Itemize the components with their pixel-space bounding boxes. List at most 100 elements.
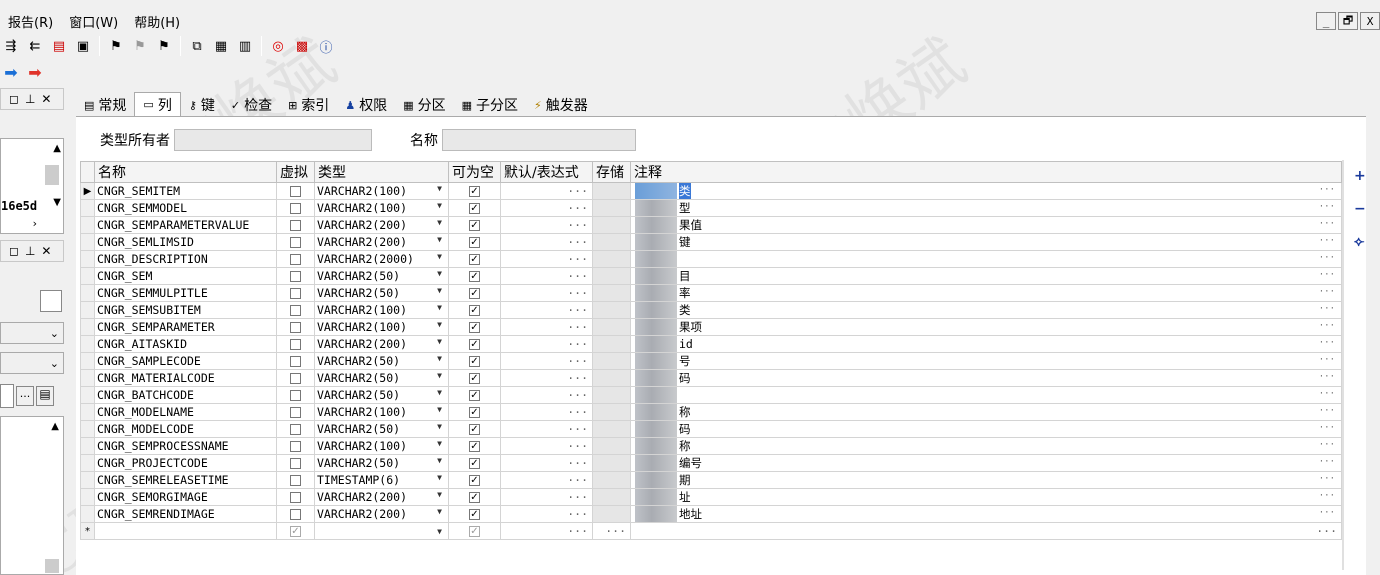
storage-cell[interactable] <box>592 386 631 404</box>
virtual-checkbox[interactable] <box>290 441 301 452</box>
dropdown-arrow-icon[interactable]: ▼ <box>437 235 442 249</box>
table-row[interactable]: CNGR_MODELCODE VARCHAR2(50) ▼ ✓ ··· 码 ··· <box>80 420 1342 438</box>
default-cell[interactable]: ··· <box>500 505 593 523</box>
tab-keys[interactable]: ⚷ 键 <box>181 94 223 116</box>
nullable-cell[interactable]: ✓ <box>448 233 501 251</box>
pin-icon[interactable]: ⊥ <box>25 92 35 106</box>
comment-cell[interactable]: 率 ··· <box>630 284 1342 302</box>
nullable-cell[interactable]: ✓ <box>448 420 501 438</box>
row-indicator[interactable] <box>80 352 95 370</box>
scroll-up-icon[interactable]: ▲ <box>51 421 59 432</box>
storage-cell[interactable] <box>592 488 631 506</box>
comment-cell[interactable]: id ··· <box>630 335 1342 353</box>
virtual-checkbox[interactable] <box>290 203 301 214</box>
table-row[interactable]: CNGR_SAMPLECODE VARCHAR2(50) ▼ ✓ ··· 号 ··· <box>80 352 1342 370</box>
comment-ellipsis-icon[interactable]: ··· <box>1319 388 1335 403</box>
restore-icon[interactable]: ◻ <box>9 92 19 106</box>
default-cell[interactable]: ··· <box>500 488 593 506</box>
type-cell[interactable]: VARCHAR2(50) ▼ <box>314 284 449 302</box>
type-combo[interactable]: VARCHAR2(200) ▼ <box>317 337 446 351</box>
comment-cell[interactable]: ··· <box>630 522 1342 540</box>
nullable-cell[interactable]: ✓ <box>448 250 501 268</box>
default-cell[interactable]: ··· <box>500 199 593 217</box>
type-cell[interactable]: VARCHAR2(200) ▼ <box>314 505 449 523</box>
column-name-cell[interactable]: CNGR_SEMSUBITEM <box>94 301 277 319</box>
nullable-checkbox[interactable]: ✓ <box>469 492 480 503</box>
column-name-cell[interactable]: CNGR_SEMRELEASETIME <box>94 471 277 489</box>
column-name-cell[interactable]: CNGR_SEMRENDIMAGE <box>94 505 277 523</box>
table-row[interactable]: CNGR_SEMRENDIMAGE VARCHAR2(200) ▼ ✓ ··· 地址 ··· <box>80 505 1342 523</box>
nullable-cell[interactable]: ✓ <box>448 335 501 353</box>
dropdown-arrow-icon[interactable]: ▼ <box>437 473 442 487</box>
type-combo[interactable]: VARCHAR2(50) ▼ <box>317 422 446 436</box>
row-indicator[interactable] <box>80 284 95 302</box>
type-cell[interactable]: VARCHAR2(100) ▼ <box>314 437 449 455</box>
virtual-checkbox[interactable] <box>290 458 301 469</box>
column-name-cell[interactable]: CNGR_MATERIALCODE <box>94 369 277 387</box>
tab-privileges[interactable]: ♟ 权限 <box>337 94 395 116</box>
type-cell[interactable]: VARCHAR2(100) ▼ <box>314 403 449 421</box>
virtual-cell[interactable] <box>276 318 315 336</box>
forward-red-icon[interactable]: ➡ <box>24 61 46 83</box>
table-row[interactable]: CNGR_SEMPROCESSNAME VARCHAR2(100) ▼ ✓ ··· 称 ··… <box>80 437 1342 455</box>
type-cell[interactable]: VARCHAR2(50) ▼ <box>314 352 449 370</box>
dropdown-arrow-icon[interactable]: ▼ <box>437 490 442 504</box>
scroll-right-icon[interactable]: › <box>33 217 37 230</box>
column-name-cell[interactable]: CNGR_AITASKID <box>94 335 277 353</box>
comment-cell[interactable]: 编号 ··· <box>630 454 1342 472</box>
dropdown-arrow-icon[interactable]: ▼ <box>437 320 442 334</box>
table-row[interactable]: CNGR_SEMPARAMETERVALUE VARCHAR2(200) ▼ ✓ ···… <box>80 216 1342 234</box>
column-name-cell[interactable]: CNGR_SAMPLECODE <box>94 352 277 370</box>
virtual-checkbox[interactable] <box>290 492 301 503</box>
type-combo[interactable]: VARCHAR2(100) ▼ <box>317 405 446 419</box>
storage-cell[interactable] <box>592 318 631 336</box>
dropdown-arrow-icon[interactable]: ▼ <box>437 456 442 470</box>
nullable-checkbox[interactable]: ✓ <box>469 186 480 197</box>
virtual-cell[interactable] <box>276 352 315 370</box>
table-row[interactable]: CNGR_SEMMODEL VARCHAR2(100) ▼ ✓ ··· 型 ··· <box>80 199 1342 217</box>
default-cell[interactable]: ··· <box>500 437 593 455</box>
tab-columns[interactable]: ▭ 列 <box>134 92 181 116</box>
type-combo[interactable]: VARCHAR2(50) ▼ <box>317 388 446 402</box>
type-cell[interactable]: VARCHAR2(200) ▼ <box>314 335 449 353</box>
comment-ellipsis-icon[interactable]: ··· <box>1319 490 1335 505</box>
table-row[interactable]: ▶ CNGR_SEMITEM VARCHAR2(100) ▼ ✓ ··· 类 ··· <box>80 182 1342 200</box>
row-indicator[interactable] <box>80 437 95 455</box>
nullable-checkbox[interactable]: ✓ <box>469 356 480 367</box>
storage-cell[interactable] <box>592 420 631 438</box>
storage-cell[interactable] <box>592 267 631 285</box>
comment-ellipsis-icon[interactable]: ··· <box>1319 507 1335 522</box>
virtual-checkbox[interactable] <box>290 254 301 265</box>
left-combo-1[interactable]: ⌄ <box>0 322 64 344</box>
table-row[interactable]: CNGR_SEMMULPITLE VARCHAR2(50) ▼ ✓ ··· 率 ··· <box>80 284 1342 302</box>
row-indicator[interactable] <box>80 488 95 506</box>
col-comment-header[interactable]: 注释 <box>630 161 1342 183</box>
add-row-icon[interactable]: + <box>1354 168 1366 184</box>
type-combo[interactable]: VARCHAR2(200) ▼ <box>317 490 446 504</box>
virtual-cell[interactable] <box>276 403 315 421</box>
comment-ellipsis-icon[interactable]: ··· <box>1319 320 1335 335</box>
type-cell[interactable]: VARCHAR2(2000) ▼ <box>314 250 449 268</box>
restore-button[interactable]: 🗗 <box>1338 12 1358 30</box>
default-cell[interactable]: ··· <box>500 369 593 387</box>
comment-ellipsis-icon[interactable]: ··· <box>1319 218 1335 233</box>
comment-ellipsis-icon[interactable]: ··· <box>1319 473 1335 488</box>
storage-cell[interactable] <box>592 301 631 319</box>
tab-partitions[interactable]: ▦ 分区 <box>395 94 453 116</box>
row-indicator[interactable] <box>80 267 95 285</box>
nullable-cell[interactable]: ✓ <box>448 352 501 370</box>
comment-ellipsis-icon[interactable]: ··· <box>1319 337 1335 352</box>
unindent-icon[interactable]: ⇇ <box>24 35 46 57</box>
nullable-checkbox[interactable]: ✓ <box>469 373 480 384</box>
type-cell[interactable]: VARCHAR2(100) ▼ <box>314 301 449 319</box>
type-cell[interactable]: VARCHAR2(200) ▼ <box>314 216 449 234</box>
nullable-cell[interactable]: ✓ <box>448 369 501 387</box>
virtual-cell[interactable] <box>276 335 315 353</box>
type-cell[interactable]: TIMESTAMP(6) ▼ <box>314 471 449 489</box>
nullable-cell[interactable]: ✓ <box>448 471 501 489</box>
virtual-checkbox[interactable] <box>290 305 301 316</box>
row-indicator[interactable] <box>80 318 95 336</box>
scroll-up-icon[interactable]: ▲ <box>53 143 61 154</box>
row-indicator[interactable] <box>80 199 95 217</box>
table-row[interactable]: CNGR_BATCHCODE VARCHAR2(50) ▼ ✓ ··· ··· <box>80 386 1342 404</box>
